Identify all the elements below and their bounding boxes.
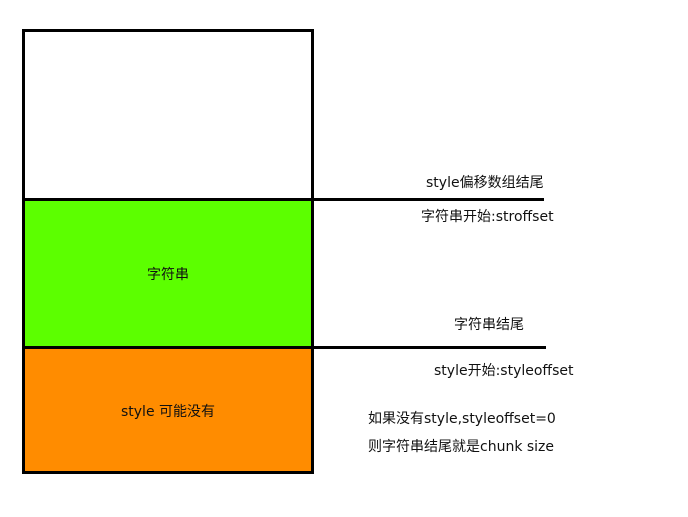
- note-line-1: 如果没有style,styleoffset=0: [368, 411, 556, 427]
- string-start-label: 字符串开始:stroffset: [421, 209, 554, 225]
- string-end-label: 字符串结尾: [454, 317, 524, 333]
- divider-string-start: [22, 198, 544, 201]
- style-start-label: style开始:styleoffset: [434, 363, 574, 379]
- style-offset-end-label: style偏移数组结尾: [426, 175, 544, 191]
- note-line-2: 则字符串结尾就是chunk size: [368, 439, 555, 455]
- string-block-label: 字符串: [147, 267, 189, 283]
- divider-style-start: [22, 346, 546, 349]
- string-block: 字符串: [22, 200, 314, 348]
- style-block: style 可能没有: [22, 348, 314, 474]
- style-block-label: style 可能没有: [120, 404, 216, 420]
- header-block: [22, 29, 314, 200]
